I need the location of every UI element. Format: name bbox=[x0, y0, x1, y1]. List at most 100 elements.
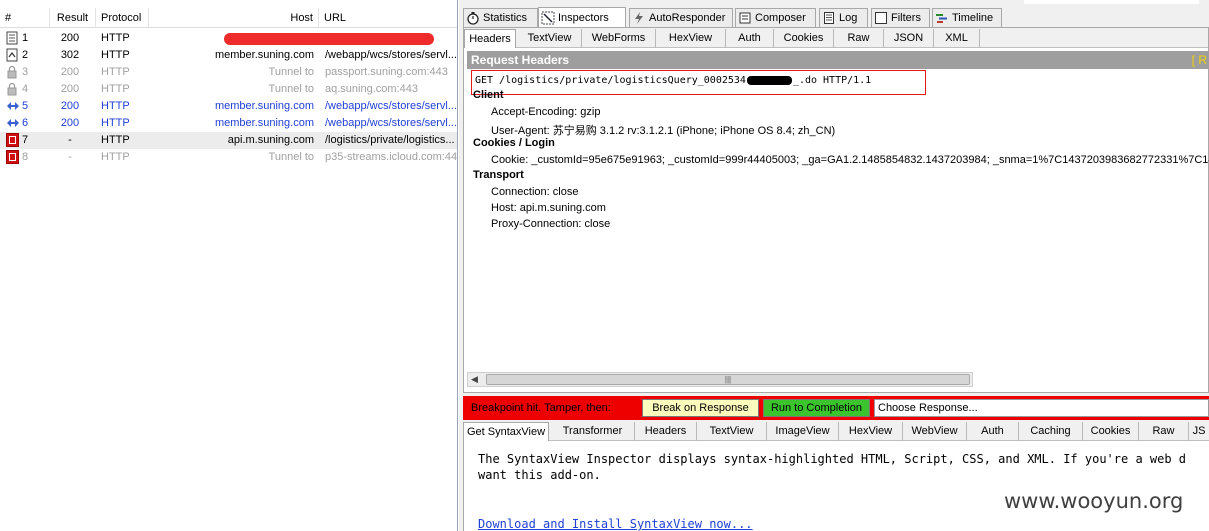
req-tab-webforms[interactable]: WebForms bbox=[582, 29, 656, 48]
request-tabs: Headers TextView WebForms HexView Auth C… bbox=[464, 28, 1208, 48]
req-tab-hexview[interactable]: HexView bbox=[656, 29, 726, 48]
lock-icon bbox=[6, 82, 20, 97]
session-protocol: HTTP bbox=[101, 134, 130, 146]
install-syntaxview-link[interactable]: Download and Install SyntaxView now... bbox=[478, 517, 753, 531]
session-url: p35-streams.icloud.com:44 bbox=[325, 151, 457, 163]
breakpoint-label: Breakpoint hit. Tamper, then: bbox=[471, 402, 611, 414]
tab-autoresponder[interactable]: AutoResponder bbox=[629, 8, 733, 27]
req-tab-json[interactable]: JSON bbox=[884, 29, 934, 48]
session-row[interactable]: 4 200 HTTP Tunnel to aq.suning.com:443 bbox=[0, 81, 457, 98]
syntaxview-line-2: want this add-on. bbox=[478, 468, 601, 482]
header-connection: Connection: close bbox=[491, 186, 579, 198]
lightning-icon bbox=[632, 11, 646, 25]
session-row[interactable]: 5 200 HTTP member.suning.com/webapp/wcs/sto… bbox=[0, 98, 457, 115]
resp-tab-caching[interactable]: Caching bbox=[1019, 422, 1083, 441]
group-transport: Transport bbox=[473, 169, 524, 181]
sessions-pane: # Result Protocol Host URL 1 200 HTTP 2 302 H… bbox=[0, 0, 458, 531]
horizontal-scrollbar[interactable]: ◀ ||| bbox=[467, 372, 973, 387]
session-url: aq.suning.com:443 bbox=[325, 83, 418, 95]
resp-tab-textview[interactable]: TextView bbox=[697, 422, 767, 441]
session-row[interactable]: 7 - HTTP api.m.suning.com/logistics/private… bbox=[0, 132, 457, 149]
raw-link[interactable]: [ R bbox=[1192, 51, 1209, 69]
resp-tab-cookies[interactable]: Cookies bbox=[1083, 422, 1139, 441]
scrollbar-thumb[interactable]: ||| bbox=[486, 374, 970, 385]
header-proxy-connection: Proxy-Connection: close bbox=[491, 218, 611, 230]
tab-autoresponder-label: AutoResponder bbox=[649, 12, 726, 24]
stopwatch-icon bbox=[466, 11, 480, 25]
tab-composer[interactable]: Composer bbox=[735, 8, 816, 27]
syntaxview-description: The SyntaxView Inspector displays syntax… bbox=[478, 451, 1186, 483]
scroll-left-icon[interactable]: ◀ bbox=[471, 373, 478, 386]
session-url: /webapp/wcs/stores/servl... bbox=[325, 100, 457, 112]
req-tab-xml[interactable]: XML bbox=[934, 29, 980, 48]
session-protocol: HTTP bbox=[101, 117, 130, 129]
resp-tab-headers[interactable]: Headers bbox=[635, 422, 697, 441]
run-to-completion-button[interactable]: Run to Completion bbox=[763, 399, 870, 417]
arrows-icon bbox=[6, 116, 20, 131]
tab-log[interactable]: Log bbox=[819, 8, 868, 27]
sessions-list: 1 200 HTTP 2 302 HTTP member.suning.com/webapp… bbox=[0, 30, 457, 166]
col-result[interactable]: Result bbox=[50, 8, 96, 28]
session-number: 7 bbox=[22, 134, 29, 146]
resp-tab-hexview[interactable]: HexView bbox=[839, 422, 903, 441]
session-number: 2 bbox=[22, 49, 29, 61]
request-line: GET /logistics/private/logisticsQuery_00… bbox=[471, 70, 926, 95]
req-tab-cookies[interactable]: Cookies bbox=[774, 29, 834, 48]
response-inspector: The SyntaxView Inspector displays syntax… bbox=[463, 441, 1209, 531]
session-result: - bbox=[68, 134, 72, 146]
tab-timeline-label: Timeline bbox=[952, 12, 994, 24]
req-tab-auth[interactable]: Auth bbox=[726, 29, 774, 48]
compose-icon bbox=[738, 11, 752, 25]
inspector-pane: Statistics Inspectors AutoResponder Comp… bbox=[459, 0, 1209, 531]
session-url: /logistics/private/logistics... bbox=[325, 134, 455, 146]
col-host[interactable]: Host bbox=[149, 8, 319, 28]
session-number: 3 bbox=[22, 66, 29, 78]
inspect-icon bbox=[541, 11, 555, 25]
resp-tab-raw[interactable]: Raw bbox=[1139, 422, 1189, 441]
tab-inspectors[interactable]: Inspectors bbox=[538, 7, 626, 27]
header-user-agent: User-Agent: 苏宁易购 3.1.2 rv:3.1.2.1 (iPhon… bbox=[491, 125, 836, 137]
session-row[interactable]: 1 200 HTTP bbox=[0, 30, 457, 47]
session-url: /webapp/wcs/stores/servl... bbox=[325, 49, 457, 61]
session-result: 200 bbox=[60, 32, 80, 44]
session-result: 200 bbox=[60, 83, 80, 95]
session-result: 302 bbox=[60, 49, 80, 61]
syntaxview-line-1: The SyntaxView Inspector displays syntax… bbox=[478, 452, 1187, 466]
resp-tab-transformer[interactable]: Transformer bbox=[551, 422, 635, 441]
req-tab-headers[interactable]: Headers bbox=[464, 29, 516, 48]
document-icon bbox=[6, 31, 20, 46]
session-host: member.suning.com bbox=[214, 100, 314, 112]
col-protocol[interactable]: Protocol bbox=[96, 8, 149, 28]
session-protocol: HTTP bbox=[101, 66, 130, 78]
session-host: Tunnel to bbox=[268, 66, 314, 78]
session-host: member.suning.com bbox=[214, 49, 314, 61]
tab-filters[interactable]: Filters bbox=[871, 8, 930, 27]
tab-statistics[interactable]: Statistics bbox=[463, 8, 538, 27]
tab-timeline[interactable]: Timeline bbox=[932, 8, 1002, 27]
session-row[interactable]: 2 302 HTTP member.suning.com/webapp/wcs/sto… bbox=[0, 47, 457, 64]
req-tab-raw[interactable]: Raw bbox=[834, 29, 884, 48]
session-row[interactable]: 8 - HTTP Tunnel to p35-streams.icloud.com:44 bbox=[0, 149, 457, 166]
log-icon bbox=[822, 11, 836, 25]
session-host: api.m.suning.com bbox=[227, 134, 314, 146]
watermark: www.wooyun.org bbox=[1004, 489, 1184, 513]
session-row[interactable]: 3 200 HTTP Tunnel to passport.suning.com:443 bbox=[0, 64, 457, 81]
col-number[interactable]: # bbox=[0, 8, 50, 28]
choose-response-dropdown[interactable]: Choose Response... bbox=[874, 399, 1209, 417]
resp-tab-get-syntaxview[interactable]: Get SyntaxView bbox=[463, 422, 549, 441]
header-host: Host: api.m.suning.com bbox=[491, 202, 606, 214]
req-tab-textview[interactable]: TextView bbox=[518, 29, 582, 48]
session-row[interactable]: 6 200 HTTP member.suning.com/webapp/wcs/sto… bbox=[0, 115, 457, 132]
breakpoint-icon bbox=[6, 133, 20, 148]
resp-tab-auth[interactable]: Auth bbox=[967, 422, 1019, 441]
resp-tab-js[interactable]: JS bbox=[1189, 422, 1209, 441]
session-result: 200 bbox=[60, 66, 80, 78]
break-on-response-button[interactable]: Break on Response bbox=[642, 399, 759, 417]
request-inspector: Headers TextView WebForms HexView Auth C… bbox=[463, 27, 1209, 393]
resp-tab-webview[interactable]: WebView bbox=[903, 422, 967, 441]
session-result: 200 bbox=[60, 117, 80, 129]
request-headers-title: Request Headers [ R bbox=[467, 51, 1209, 69]
group-cookies-login: Cookies / Login bbox=[473, 137, 555, 149]
resp-tab-imageview[interactable]: ImageView bbox=[767, 422, 839, 441]
col-url[interactable]: URL bbox=[319, 8, 457, 28]
